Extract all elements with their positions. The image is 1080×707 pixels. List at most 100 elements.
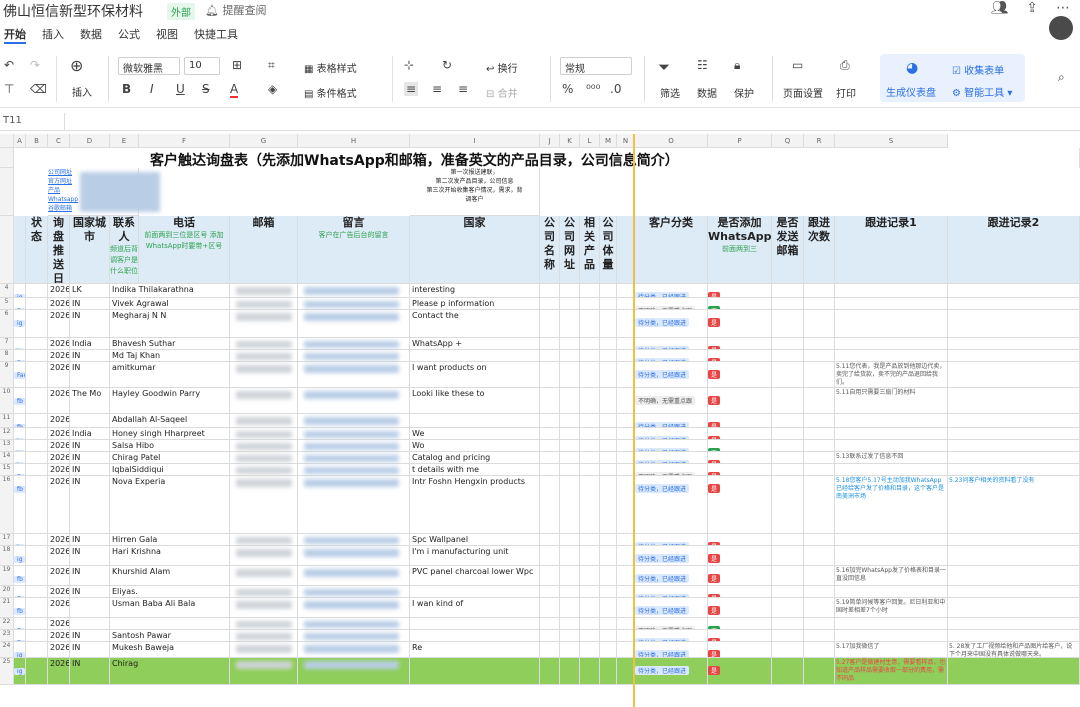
whatsapp-cell[interactable]: 是 (708, 464, 772, 476)
status-cell[interactable] (26, 566, 48, 586)
followup-2-cell[interactable] (948, 414, 1080, 428)
blank-cell[interactable] (600, 414, 617, 428)
blank-cell[interactable] (580, 586, 600, 598)
header-volume[interactable]: 公司体量 (600, 216, 617, 284)
insert-plus-icon[interactable]: ⊕ (70, 56, 83, 75)
source-cell[interactable]: ig (14, 338, 26, 350)
blank-cell[interactable] (600, 284, 617, 298)
rotate-icon[interactable]: ↻ (442, 58, 452, 72)
blank-cell[interactable] (600, 546, 617, 566)
whatsapp-cell[interactable]: 是 (708, 310, 772, 338)
blank-cell[interactable] (560, 658, 580, 685)
format-painter-icon[interactable]: ⊤ (4, 82, 14, 96)
blank-cell[interactable] (580, 658, 600, 685)
date-cell[interactable]: 2026/5/13 (48, 428, 70, 440)
blank-cell[interactable] (600, 534, 617, 546)
blank-cell[interactable] (600, 440, 617, 452)
contact-cell[interactable]: Hayley Goodwin Parry (110, 388, 230, 414)
category-cell[interactable]: 待分类，已经跟进 (635, 630, 708, 642)
blank-cell[interactable] (410, 464, 540, 476)
data-button[interactable]: 数据 (697, 85, 717, 100)
filter-button[interactable]: 筛选 (660, 85, 680, 100)
blank-cell[interactable] (580, 476, 600, 534)
decimal-icon[interactable]: .0 (610, 82, 621, 96)
times-cell[interactable] (804, 298, 835, 310)
sent-cell[interactable] (772, 388, 804, 414)
wrap-button[interactable]: ↩ 换行 (486, 60, 518, 75)
contact-cell[interactable]: Mukesh Baweja (110, 642, 230, 658)
blank-cell[interactable] (410, 586, 540, 598)
whatsapp-cell[interactable]: 是 (708, 350, 772, 362)
country-cell[interactable]: The Mo (70, 388, 110, 414)
followup-1-cell[interactable]: 5.16加完WhatsApp发了价格表和目录一直没回信息 (835, 566, 948, 586)
avatar[interactable] (1049, 16, 1073, 40)
column-header-F[interactable]: F (139, 134, 230, 148)
followup-2-cell[interactable] (948, 658, 1080, 685)
status-cell[interactable] (26, 338, 48, 350)
category-cell[interactable]: 待分类，已经跟进 (635, 338, 708, 350)
column-header-D[interactable]: D (70, 134, 110, 148)
corner-cell[interactable] (0, 134, 14, 148)
column-header-J[interactable]: J (540, 134, 560, 148)
source-cell[interactable]: Facebo (14, 362, 26, 388)
collect-form-button[interactable]: ☑ 收集表单 (952, 62, 1004, 77)
number-format-select[interactable]: 常规 (560, 57, 632, 75)
category-cell[interactable]: 不明确，无需重点跟 (635, 388, 708, 414)
followup-1-cell[interactable] (835, 534, 948, 546)
date-cell[interactable]: 2026/5/13 (48, 452, 70, 464)
sent-cell[interactable] (772, 598, 804, 618)
more-icon[interactable]: ⋯ (1056, 0, 1070, 16)
followup-1-cell[interactable]: 5.11您代表，我是产品放到他那边代卖，卖完了给货款，卖不完的产品退回给我们。 (835, 362, 948, 388)
row-header[interactable]: 23 (0, 630, 14, 642)
followup-1-cell[interactable] (835, 414, 948, 428)
blank-cell[interactable] (580, 618, 600, 630)
contact-cell[interactable]: Hirren Gala (110, 534, 230, 546)
times-cell[interactable] (804, 284, 835, 298)
blank-cell[interactable] (410, 298, 540, 310)
whatsapp-cell[interactable]: 是 (708, 566, 772, 586)
page-setup-button[interactable]: 页面设置 (783, 85, 823, 100)
blank-cell[interactable] (560, 388, 580, 414)
blank-cell[interactable] (560, 338, 580, 350)
sent-cell[interactable] (772, 630, 804, 642)
blank-cell[interactable] (540, 464, 560, 476)
category-cell[interactable]: 待分类，已经跟进 (635, 362, 708, 388)
blank-cell[interactable] (410, 566, 540, 586)
sheet-title-cell[interactable]: 客户触达询盘表（先添加WhatsApp和邮箱，准备英文的产品目录，公司信息简介） (14, 148, 1080, 168)
blank-cell[interactable] (410, 534, 540, 546)
blank-cell[interactable] (410, 546, 540, 566)
blank-cell[interactable] (580, 642, 600, 658)
blank-cell[interactable] (540, 388, 560, 414)
blank-cell[interactable] (540, 350, 560, 362)
blank-cell[interactable] (410, 338, 540, 350)
country-cell[interactable]: IN (70, 586, 110, 598)
smart-tools-button[interactable]: ⚙ 智能工具 ▾ (952, 84, 1012, 99)
times-cell[interactable] (804, 642, 835, 658)
undo-icon[interactable]: ↶ (4, 58, 14, 72)
blank-cell[interactable] (540, 298, 560, 310)
times-cell[interactable] (804, 586, 835, 598)
header-f1[interactable]: 跟进记录1 (835, 216, 948, 284)
blank-cell[interactable] (410, 452, 540, 464)
conditional-format-button[interactable]: ▤ 条件格式 (304, 85, 357, 100)
align-right-icon[interactable]: ≡ (458, 82, 468, 96)
blank-cell[interactable] (560, 586, 580, 598)
font-size-select[interactable]: 10 (184, 57, 220, 75)
contact-cell[interactable]: Eliyas. (110, 586, 230, 598)
blank-cell[interactable] (560, 310, 580, 338)
country-cell[interactable]: IN (70, 642, 110, 658)
source-cell[interactable]: ig (14, 440, 26, 452)
source-cell[interactable]: Facebo (14, 350, 26, 362)
blank-cell[interactable] (540, 598, 560, 618)
row-header[interactable]: 19 (0, 566, 14, 586)
column-header-H[interactable]: H (298, 134, 410, 148)
whatsapp-cell[interactable]: 是 (708, 388, 772, 414)
sent-cell[interactable] (772, 642, 804, 658)
times-cell[interactable] (804, 464, 835, 476)
date-cell[interactable]: 2026/5/18 (48, 534, 70, 546)
blank-cell[interactable] (600, 658, 617, 685)
followup-1-cell[interactable] (835, 310, 948, 338)
blank-cell[interactable] (600, 452, 617, 464)
row-header[interactable]: 12 (0, 428, 14, 440)
blank-cell[interactable] (560, 598, 580, 618)
